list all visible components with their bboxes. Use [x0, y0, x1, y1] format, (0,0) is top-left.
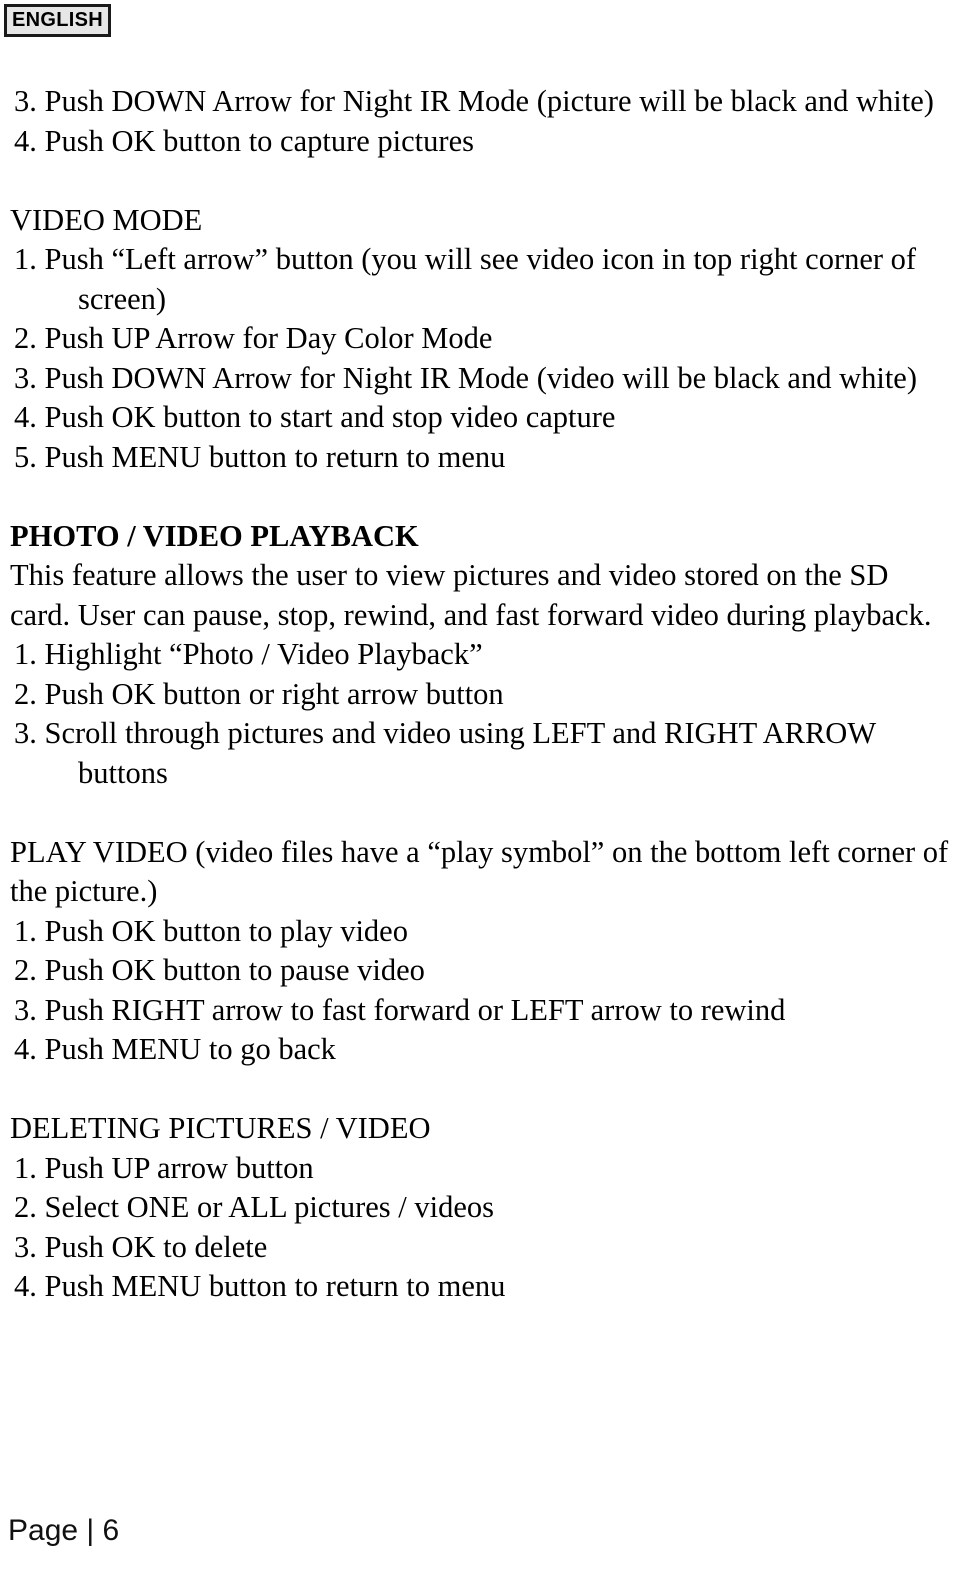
list-item: 2. Push UP Arrow for Day Color Mode: [14, 321, 493, 355]
document-body: 3. Push DOWN Arrow for Night IR Mode (pi…: [10, 82, 950, 1307]
language-badge: ENGLISH: [4, 4, 111, 37]
list-item: 2. Push OK button to pause video: [14, 953, 425, 987]
list-item: 1. Push OK button to play video: [14, 913, 408, 948]
play-video-heading: PLAY VIDEO (video files have a “play sym…: [10, 834, 949, 909]
list-item: 3. Push RIGHT arrow to fast forward or L…: [14, 992, 786, 1027]
list-item: 1. Push “Left arrow” button (you will se…: [14, 242, 917, 316]
list-item: 4. Push OK button to start and stop vide…: [14, 400, 616, 434]
list-item: 2. Push OK button or right arrow button: [14, 676, 504, 711]
list-item: 2. Select ONE or ALL pictures / videos: [14, 1190, 494, 1224]
list-item: 3. Push OK to delete: [14, 1229, 268, 1264]
list-item: 4. Push MENU button to return to menu: [14, 1269, 506, 1303]
list-item: 3. Push DOWN Arrow for Night IR Mode (vi…: [14, 360, 917, 395]
photo-video-playback-description: This feature allows the user to view pic…: [10, 558, 932, 632]
list-item: 3. Scroll through pictures and video usi…: [14, 716, 876, 790]
list-item: 4. Push OK button to capture pictures: [14, 123, 474, 158]
list-item: 1. Highlight “Photo / Video Playback”: [14, 637, 483, 671]
page-footer: Page | 6: [8, 1514, 120, 1547]
list-item: 5. Push MENU button to return to menu: [14, 439, 506, 474]
list-item: 1. Push UP arrow button: [14, 1150, 314, 1185]
photo-video-playback-heading: PHOTO / VIDEO PLAYBACK: [10, 518, 419, 553]
deleting-pictures-video-heading: DELETING PICTURES / VIDEO: [10, 1111, 431, 1145]
video-mode-heading: VIDEO MODE: [10, 202, 203, 237]
play-video-step-list: 1. Push OK button to play video 2. Push …: [10, 912, 950, 1070]
photo-video-playback-step-list: 1. Highlight “Photo / Video Playback” 2.…: [10, 635, 950, 793]
photo-mode-step-list: 3. Push DOWN Arrow for Night IR Mode (pi…: [10, 82, 950, 161]
list-item: 3. Push DOWN Arrow for Night IR Mode (pi…: [14, 84, 934, 118]
deleting-step-list: 1. Push UP arrow button 2. Select ONE or…: [10, 1149, 950, 1307]
video-mode-step-list: 1. Push “Left arrow” button (you will se…: [10, 240, 950, 477]
list-item: 4. Push MENU to go back: [14, 1032, 336, 1066]
